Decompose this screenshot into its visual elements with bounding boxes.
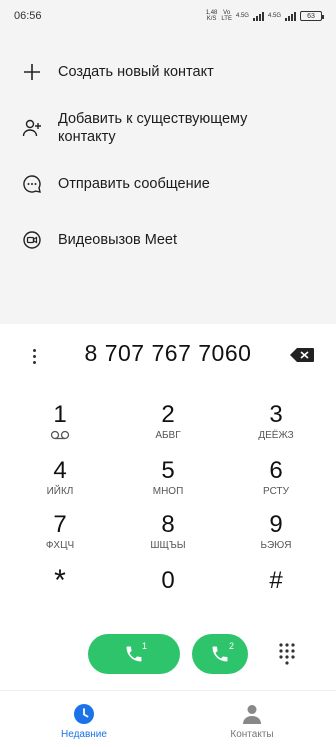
network-speed: 1,48 K/S [206,10,218,22]
key-6[interactable]: 6 РСТУ [226,458,326,510]
nav-recent-label: Недавние [61,729,107,740]
number-row: 8 707 767 7060 [0,324,336,388]
more-options-icon[interactable] [24,346,44,366]
add-person-icon [22,118,42,138]
add-to-contact-label: Добавить к существующему контакту [58,111,248,145]
key-7[interactable]: 7 ФХЦЧ [10,512,110,564]
nav-contacts-label: Контакты [230,729,274,740]
key-3[interactable]: 3 ДЕЁЖЗ [226,402,326,454]
key-star[interactable]: * [10,564,110,620]
key-letters: ДЕЁЖЗ [258,430,294,441]
key-8[interactable]: 8 ШЩЪЫ [118,512,218,564]
call-sim2-button[interactable]: 2 [192,634,248,674]
sim2-label: 2 [229,641,235,651]
status-bar: 06:56 1,48 K/S Vo LTE 4.5G 4.5G 63 [0,0,336,32]
dialpad-toggle-icon[interactable] [277,642,297,666]
dialpad-panel: 8 707 767 7060 1 2 АБВГ 3 ДЕЁЖЗ 4 ИЙКЛ 5… [0,324,336,690]
meet-video-action[interactable]: Видеовызов Meet [0,212,336,268]
key-digit: 9 [269,511,283,538]
volte-bottom: LTE [221,16,232,22]
key-9[interactable]: 9 ЬЭЮЯ [226,512,326,564]
key-digit: 5 [161,457,175,484]
sim1-type: 4.5G [235,13,249,19]
signal-sim2-icon [285,11,296,21]
key-2[interactable]: 2 АБВГ [118,402,218,454]
nav-recent[interactable]: Недавние [0,691,168,747]
status-time: 06:56 [14,10,42,22]
key-letters: АБВГ [155,430,181,441]
send-message-label: Отправить сообщение [58,176,210,192]
create-contact-action[interactable]: Создать новый контакт [0,44,336,100]
phone-icon [212,646,228,662]
voicemail-icon [50,430,70,440]
volte-indicator: Vo LTE [221,10,232,22]
status-icons: 1,48 K/S Vo LTE 4.5G 4.5G 63 [206,10,324,22]
message-icon [22,174,42,194]
key-digit: 8 [161,511,175,538]
key-4[interactable]: 4 ИЙКЛ [10,458,110,510]
key-letters: МНОП [152,486,184,497]
call-sim1-button[interactable]: 1 [88,634,180,674]
signal-sim1-icon [252,11,264,21]
key-digit: 4 [53,457,67,484]
person-icon [243,705,261,724]
send-message-action[interactable]: Отправить сообщение [0,156,336,212]
key-digit: 0 [161,567,175,594]
key-letters: ФХЦЧ [45,540,75,551]
create-contact-label: Создать новый контакт [58,64,214,80]
sim1-label: 1 [142,641,148,651]
battery-level: 63 [307,12,315,20]
key-0[interactable]: 0 [118,568,218,620]
key-digit: # [269,567,283,594]
plus-icon [22,62,42,82]
bottom-nav: Недавние Контакты [0,690,336,747]
nav-contacts[interactable]: Контакты [168,691,336,747]
meet-video-label: Видеовызов Meet [58,232,178,248]
key-letters: ЬЭЮЯ [260,540,292,551]
key-digit: 7 [53,511,67,538]
key-digit: * [54,564,66,597]
key-letters: РСТУ [263,486,289,497]
add-to-contact-action[interactable]: Добавить к существующему контакту [0,100,336,156]
meet-video-icon [22,230,42,250]
battery-icon: 63 [300,11,324,21]
backspace-icon[interactable] [290,348,314,362]
key-digit: 2 [161,401,175,428]
key-letters: ШЩЪЫ [150,540,186,551]
key-5[interactable]: 5 МНОП [118,458,218,510]
dial-actions-list: Создать новый контакт Добавить к существ… [0,44,336,268]
phone-icon [126,646,142,662]
key-digit: 6 [269,457,283,484]
sim2-type: 4.5G [267,13,281,19]
dialed-number[interactable]: 8 707 767 7060 [56,340,280,367]
key-hash[interactable]: # [226,568,326,620]
key-letters: ИЙКЛ [46,486,74,497]
key-digit: 3 [269,401,283,428]
call-row: 1 2 [0,634,336,676]
clock-icon [74,704,94,724]
network-speed-unit: K/S [206,16,217,22]
key-digit: 1 [53,401,67,428]
key-1[interactable]: 1 [10,402,110,454]
